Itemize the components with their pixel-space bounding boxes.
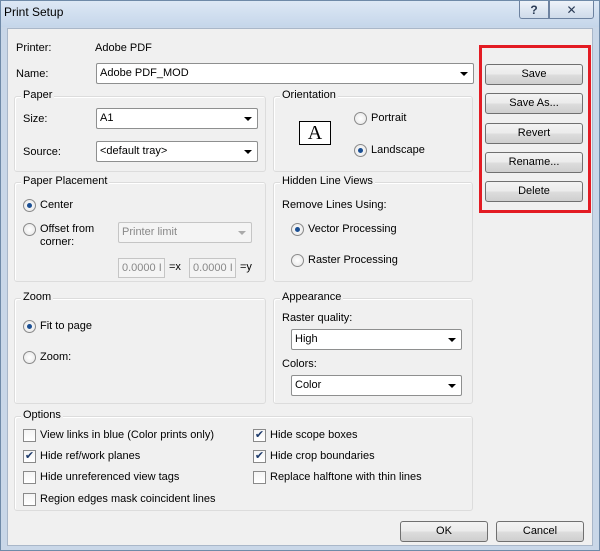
option-checkbox-4[interactable]: ✔ bbox=[253, 429, 266, 442]
printer-value: Adobe PDF bbox=[95, 42, 152, 54]
raster-quality-label: Raster quality: bbox=[282, 312, 353, 324]
vector-processing-radio[interactable] bbox=[291, 223, 304, 236]
paper-source-value: <default tray> bbox=[100, 145, 168, 157]
option-label-4[interactable]: Hide scope boxes bbox=[270, 429, 357, 441]
cancel-button[interactable]: Cancel bbox=[496, 521, 584, 542]
size-label: Size: bbox=[23, 113, 48, 125]
offset-x-suffix: =x bbox=[169, 261, 181, 273]
option-label-5[interactable]: Hide crop boundaries bbox=[270, 450, 375, 462]
orientation-preview-icon: A bbox=[299, 121, 331, 145]
option-checkbox-5[interactable]: ✔ bbox=[253, 450, 266, 463]
offset-y-suffix: =y bbox=[240, 261, 252, 273]
colors-dropdown[interactable]: Color bbox=[291, 375, 462, 396]
zoom-group-title: Zoom bbox=[21, 291, 54, 303]
chevron-down-icon bbox=[448, 384, 456, 388]
window-title: Print Setup bbox=[4, 5, 64, 19]
close-icon: ✕ bbox=[566, 2, 577, 17]
landscape-radio[interactable] bbox=[354, 144, 367, 157]
option-checkbox-3[interactable] bbox=[23, 493, 36, 506]
paper-group-title: Paper bbox=[21, 89, 55, 101]
zoom-radio[interactable] bbox=[23, 351, 36, 364]
paper-placement-group: Paper Placement Center Offset from corne… bbox=[14, 175, 266, 282]
vector-processing-label[interactable]: Vector Processing bbox=[308, 223, 397, 235]
appearance-group: Appearance Raster quality: High Colors: … bbox=[273, 291, 473, 404]
print-setup-window: Print Setup ? ✕ Printer: Adobe PDF Name:… bbox=[0, 0, 600, 551]
colors-value: Color bbox=[295, 379, 322, 391]
option-checkbox-0[interactable] bbox=[23, 429, 36, 442]
source-label: Source: bbox=[23, 146, 61, 158]
save-as-button[interactable]: Save As... bbox=[485, 93, 583, 114]
chevron-down-icon bbox=[460, 72, 468, 76]
raster-quality-value: High bbox=[295, 333, 318, 345]
appearance-group-title: Appearance bbox=[280, 291, 344, 303]
rename-button[interactable]: Rename... bbox=[485, 152, 583, 173]
printer-name-dropdown[interactable]: Adobe PDF_MOD bbox=[96, 63, 474, 84]
portrait-radio[interactable] bbox=[354, 112, 367, 125]
remove-lines-label: Remove Lines Using: bbox=[282, 199, 387, 211]
revert-button[interactable]: Revert bbox=[485, 123, 583, 144]
dialog-body: Printer: Adobe PDF Name: Adobe PDF_MOD P… bbox=[7, 28, 593, 546]
offset-label-line2[interactable]: corner: bbox=[40, 236, 74, 248]
title-bar: Print Setup ? ✕ bbox=[1, 1, 599, 27]
offset-dropdown[interactable]: Printer limit bbox=[118, 222, 252, 243]
chevron-down-icon bbox=[238, 231, 246, 235]
save-button[interactable]: Save bbox=[485, 64, 583, 85]
hidden-line-views-group: Hidden Line Views Remove Lines Using: Ve… bbox=[273, 175, 473, 282]
paper-size-value: A1 bbox=[100, 112, 114, 124]
option-checkbox-1[interactable]: ✔ bbox=[23, 450, 36, 463]
chevron-down-icon bbox=[244, 150, 252, 154]
ok-button[interactable]: OK bbox=[400, 521, 488, 542]
zoom-group: Zoom Fit to page Zoom: bbox=[14, 291, 266, 404]
chevron-down-icon bbox=[448, 338, 456, 342]
option-label-1[interactable]: Hide ref/work planes bbox=[40, 450, 140, 462]
printer-label: Printer: bbox=[16, 42, 52, 54]
colors-label: Colors: bbox=[282, 358, 317, 370]
option-checkbox-6[interactable] bbox=[253, 471, 266, 484]
paper-group: Paper Size: A1 Source: <default tray> bbox=[14, 89, 266, 172]
fit-to-page-radio[interactable] bbox=[23, 320, 36, 333]
offset-radio[interactable] bbox=[23, 223, 36, 236]
help-icon: ? bbox=[530, 2, 538, 17]
option-label-6[interactable]: Replace halftone with thin lines bbox=[270, 471, 422, 483]
paper-size-dropdown[interactable]: A1 bbox=[96, 108, 258, 129]
portrait-label[interactable]: Portrait bbox=[371, 112, 406, 124]
option-label-0[interactable]: View links in blue (Color prints only) bbox=[40, 429, 214, 441]
paper-source-dropdown[interactable]: <default tray> bbox=[96, 141, 258, 162]
raster-processing-radio[interactable] bbox=[291, 254, 304, 267]
offset-label-line1[interactable]: Offset from bbox=[40, 223, 94, 235]
hidden-line-views-title: Hidden Line Views bbox=[280, 175, 375, 187]
option-label-3[interactable]: Region edges mask coincident lines bbox=[40, 493, 216, 505]
options-group: Options View links in blue (Color prints… bbox=[14, 409, 473, 511]
option-checkbox-2[interactable] bbox=[23, 471, 36, 484]
offset-dropdown-value: Printer limit bbox=[122, 226, 178, 238]
center-label[interactable]: Center bbox=[40, 199, 73, 211]
center-radio[interactable] bbox=[23, 199, 36, 212]
landscape-label[interactable]: Landscape bbox=[371, 144, 425, 156]
raster-processing-label[interactable]: Raster Processing bbox=[308, 254, 398, 266]
options-group-title: Options bbox=[21, 409, 63, 421]
zoom-label[interactable]: Zoom: bbox=[40, 351, 71, 363]
chevron-down-icon bbox=[244, 117, 252, 121]
paper-placement-title: Paper Placement bbox=[21, 175, 110, 187]
raster-quality-dropdown[interactable]: High bbox=[291, 329, 462, 350]
printer-name-value: Adobe PDF_MOD bbox=[100, 67, 189, 79]
delete-button[interactable]: Delete bbox=[485, 181, 583, 202]
fit-to-page-label[interactable]: Fit to page bbox=[40, 320, 92, 332]
help-button[interactable]: ? bbox=[519, 1, 549, 19]
orientation-group-title: Orientation bbox=[280, 89, 338, 101]
option-label-2[interactable]: Hide unreferenced view tags bbox=[40, 471, 179, 483]
close-button[interactable]: ✕ bbox=[549, 1, 594, 19]
offset-x-input[interactable]: 0.0000 I bbox=[118, 258, 165, 278]
name-label: Name: bbox=[16, 68, 49, 80]
offset-y-input[interactable]: 0.0000 I bbox=[189, 258, 236, 278]
